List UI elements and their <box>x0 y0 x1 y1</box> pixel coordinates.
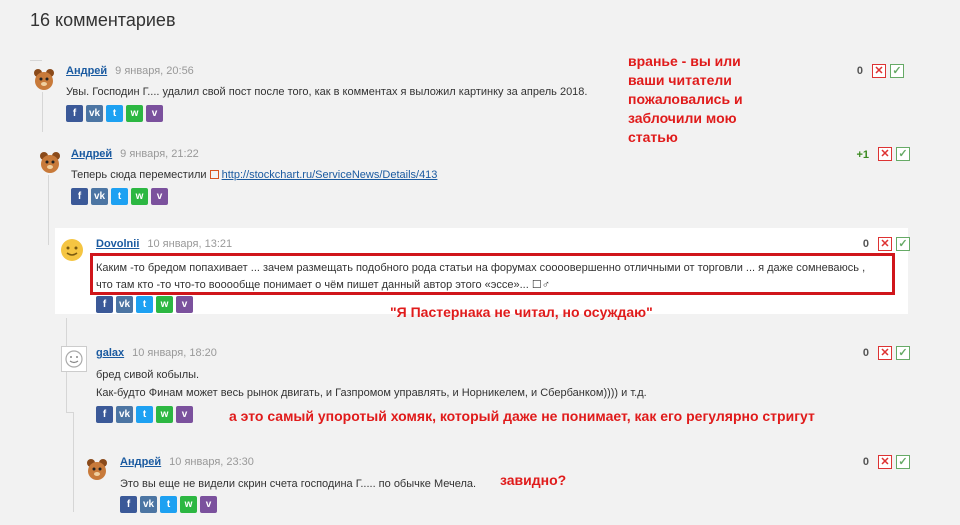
viber-share-icon[interactable]: v <box>176 406 193 423</box>
avatar[interactable] <box>85 457 109 481</box>
vote-up-button[interactable]: ✓ <box>890 64 904 78</box>
facebook-share-icon[interactable]: f <box>96 406 113 423</box>
comment-score: 0 <box>856 65 863 77</box>
vote-up-button[interactable]: ✓ <box>896 147 910 161</box>
hamster-avatar-icon <box>40 152 60 173</box>
avatar[interactable] <box>60 238 84 262</box>
facebook-share-icon[interactable]: f <box>66 105 83 122</box>
annotation-line: статью <box>628 129 678 145</box>
comment-text-line: бред сивой кобылы. <box>96 369 200 381</box>
comment-date: 10 января, 13:21 <box>147 238 233 250</box>
annotation-note: "Я Пастернака не читал, но осуждаю" <box>390 304 653 320</box>
smiley-avatar-icon <box>61 239 83 261</box>
annotation-note: вранье - вы или ваши читатели пожаловали… <box>628 52 743 147</box>
viber-share-icon[interactable]: v <box>151 188 168 205</box>
whatsapp-share-icon[interactable]: w <box>156 406 173 423</box>
vk-share-icon[interactable]: vk <box>116 296 133 313</box>
hamster-avatar-icon <box>34 69 54 90</box>
whatsapp-share-icon[interactable]: w <box>126 105 143 122</box>
facebook-share-icon[interactable]: f <box>71 188 88 205</box>
comment-text: Это вы еще не видели скрин счета господи… <box>120 478 477 490</box>
share-buttons: f vk t w v <box>96 406 193 423</box>
comment-text: Теперь сюда переместили http://stockchar… <box>71 165 437 185</box>
twitter-share-icon[interactable]: t <box>160 496 177 513</box>
author-link[interactable]: galax <box>96 347 124 359</box>
vote-up-button[interactable]: ✓ <box>896 455 910 469</box>
share-buttons: f vk t w v <box>71 188 168 205</box>
vote-down-button[interactable]: ✕ <box>878 147 892 161</box>
vk-share-icon[interactable]: vk <box>116 406 133 423</box>
comment-score: 0 <box>862 238 869 250</box>
twitter-share-icon[interactable]: t <box>136 296 153 313</box>
whatsapp-share-icon[interactable]: w <box>131 188 148 205</box>
comment-score: 0 <box>862 456 869 468</box>
share-buttons: f vk t w v <box>120 496 217 513</box>
share-buttons: f vk t w v <box>96 296 193 313</box>
vote-down-button[interactable]: ✕ <box>872 64 886 78</box>
vk-share-icon[interactable]: vk <box>86 105 103 122</box>
avatar[interactable] <box>32 67 56 91</box>
avatar[interactable] <box>38 150 62 174</box>
viber-share-icon[interactable]: v <box>146 105 163 122</box>
vote-up-button[interactable]: ✓ <box>896 237 910 251</box>
comment-meta: Андрей 9 января, 20:56 <box>66 65 194 77</box>
comment-text-prefix: Теперь сюда переместили <box>71 169 207 181</box>
twitter-share-icon[interactable]: t <box>136 406 153 423</box>
twitter-share-icon[interactable]: t <box>111 188 128 205</box>
comment-date: 10 января, 23:30 <box>169 456 254 468</box>
annotation-line: ваши читатели <box>628 72 732 88</box>
annotation-line: пожаловались и <box>628 91 743 107</box>
vk-share-icon[interactable]: vk <box>91 188 108 205</box>
comment-meta: galax 10 января, 18:20 <box>96 347 217 359</box>
comment-date: 9 января, 21:22 <box>120 148 199 160</box>
vote-down-button[interactable]: ✕ <box>878 346 892 360</box>
comment-date: 9 января, 20:56 <box>115 65 194 77</box>
comment-meta: Андрей 10 января, 23:30 <box>120 456 254 468</box>
comment-score: 0 <box>862 347 869 359</box>
author-link[interactable]: Андрей <box>66 65 107 77</box>
default-avatar-icon <box>65 350 83 368</box>
share-buttons: f vk t w v <box>66 105 163 122</box>
annotation-line: вранье - вы или <box>628 53 741 69</box>
whatsapp-share-icon[interactable]: w <box>180 496 197 513</box>
comment-meta: Андрей 9 января, 21:22 <box>71 148 199 160</box>
thread-line <box>73 412 74 512</box>
avatar[interactable] <box>61 346 87 372</box>
comment-link[interactable]: http://stockchart.ru/ServiceNews/Details… <box>222 169 438 181</box>
whatsapp-share-icon[interactable]: w <box>156 296 173 313</box>
hamster-avatar-icon <box>87 459 107 480</box>
viber-share-icon[interactable]: v <box>200 496 217 513</box>
comment-meta: Dovolnii 10 января, 13:21 <box>96 238 232 250</box>
comment-score: +1 <box>856 149 869 161</box>
facebook-share-icon[interactable]: f <box>96 296 113 313</box>
comment-text-line: Как-будто Финам может весь рынок двигать… <box>96 387 647 399</box>
annotation-note: а это самый упоротый хомяк, который даже… <box>229 408 815 424</box>
highlight-box <box>90 253 895 295</box>
comments-count-title: 16 комментариев <box>30 10 176 30</box>
facebook-share-icon[interactable]: f <box>120 496 137 513</box>
vote-down-button[interactable]: ✕ <box>878 455 892 469</box>
author-link[interactable]: Андрей <box>71 148 112 160</box>
vk-share-icon[interactable]: vk <box>140 496 157 513</box>
comments-page: 16 комментариев Андрей 9 января, 20:56 Ув… <box>0 0 960 525</box>
vote-up-button[interactable]: ✓ <box>896 346 910 360</box>
comment: Андрей 10 января, 23:30 Это вы еще не вид… <box>80 450 910 520</box>
comment-date: 10 января, 18:20 <box>132 347 217 359</box>
external-link-icon <box>209 170 219 179</box>
annotation-note: завидно? <box>500 472 567 488</box>
vote-down-button[interactable]: ✕ <box>878 237 892 251</box>
annotation-line: заблочили мою <box>628 110 737 126</box>
twitter-share-icon[interactable]: t <box>106 105 123 122</box>
author-link[interactable]: Андрей <box>120 456 161 468</box>
comment: Андрей 9 января, 21:22 Теперь сюда переме… <box>36 142 912 214</box>
viber-share-icon[interactable]: v <box>176 296 193 313</box>
comment-text: Увы. Господин Г.... удалил свой пост пос… <box>66 86 588 98</box>
comment: Андрей 9 января, 20:56 Увы. Господин Г...… <box>30 60 910 130</box>
author-link[interactable]: Dovolnii <box>96 238 139 250</box>
